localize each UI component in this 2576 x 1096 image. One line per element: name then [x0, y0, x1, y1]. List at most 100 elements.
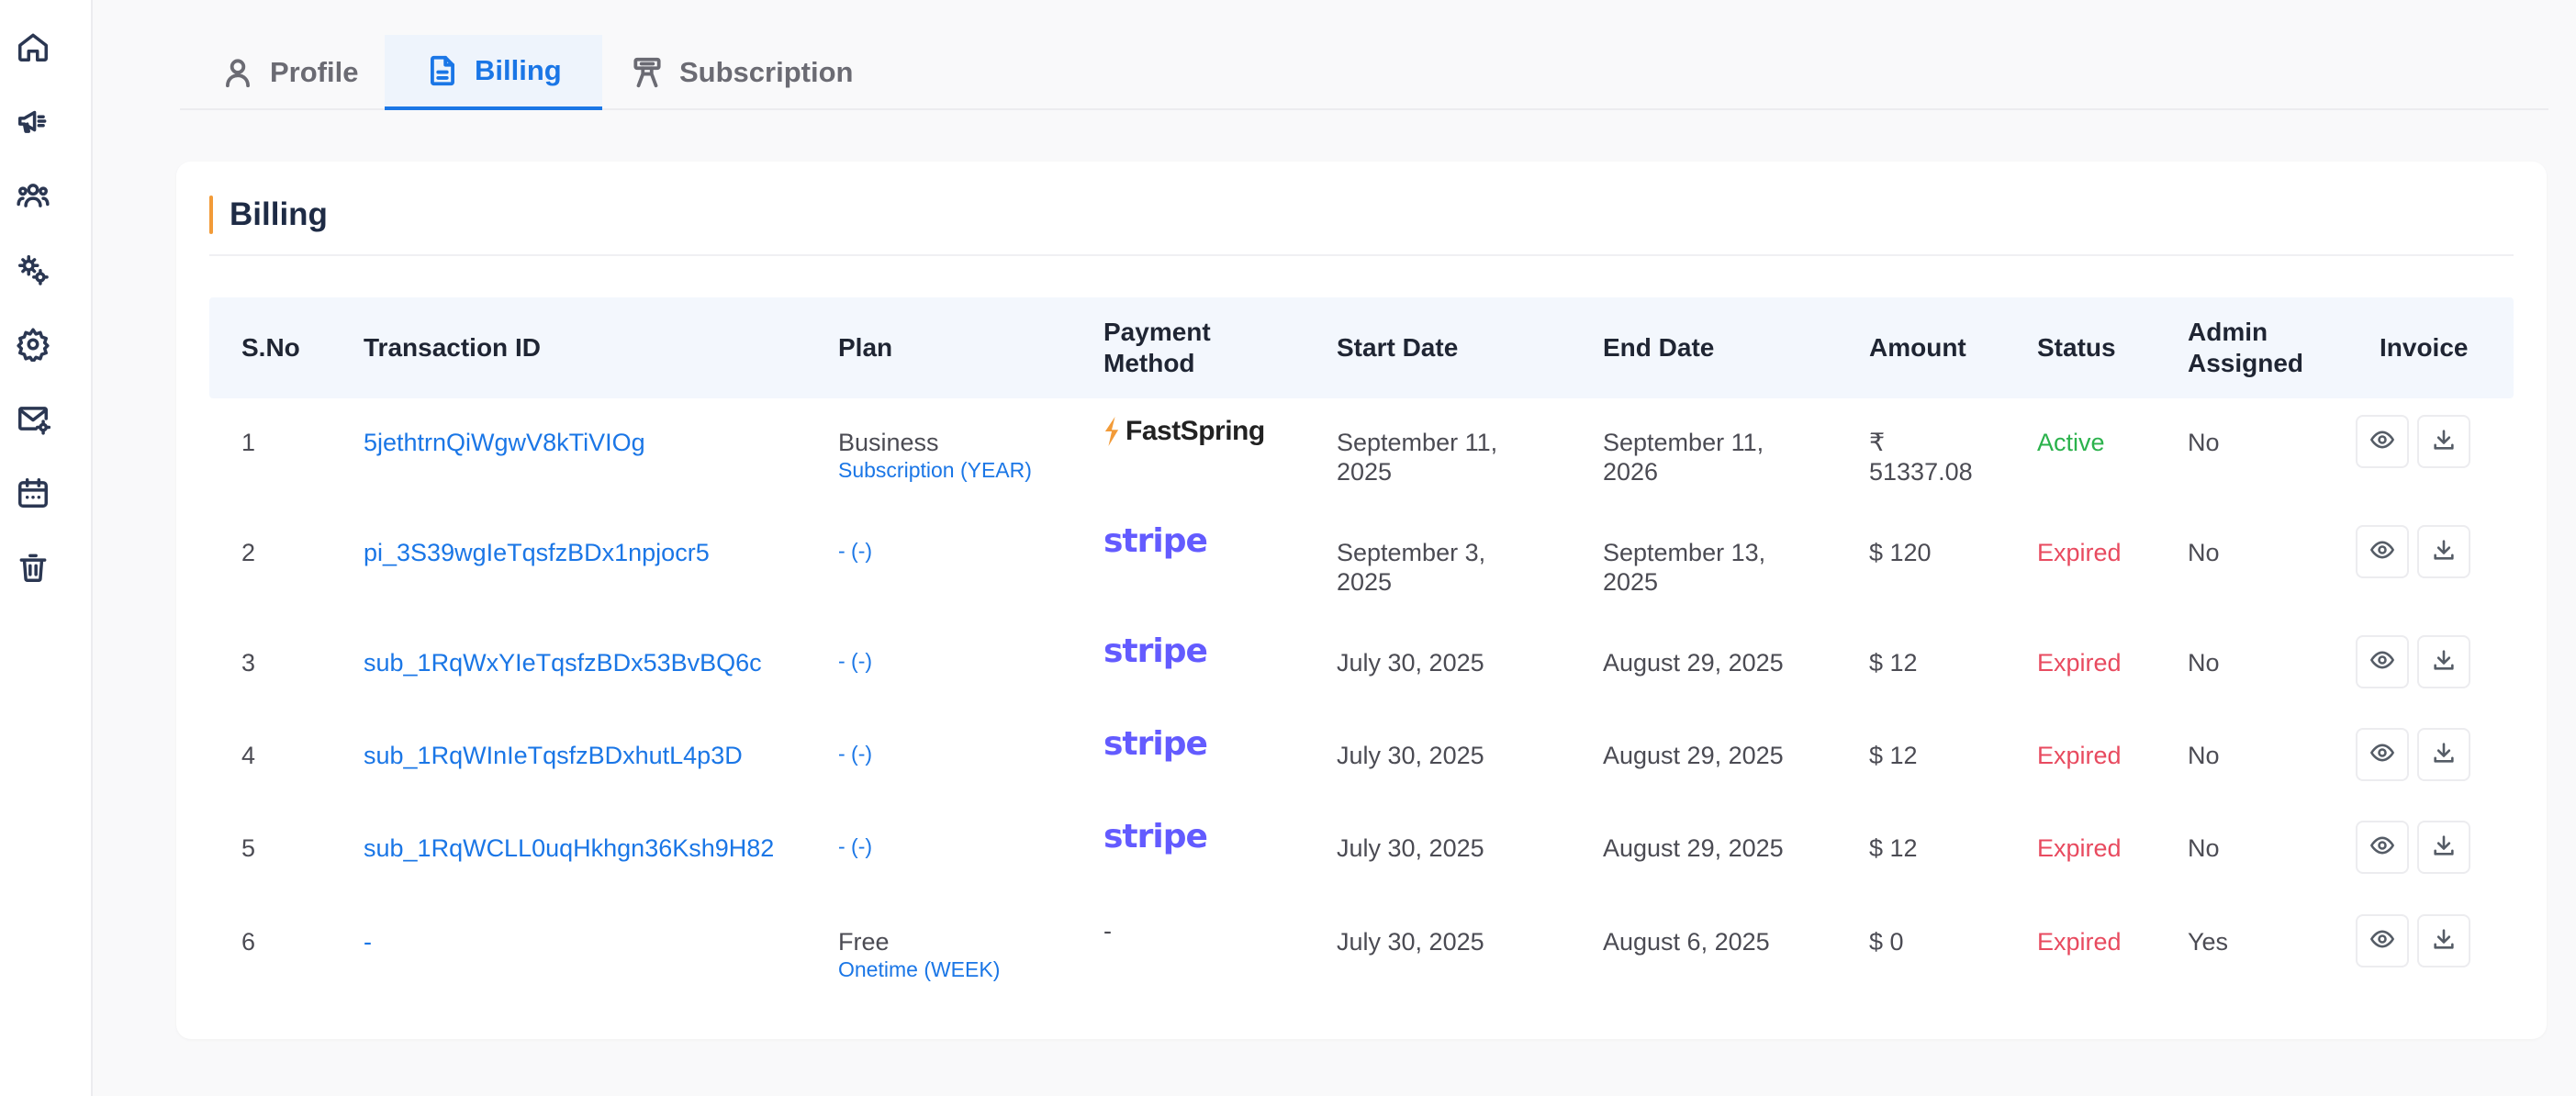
download-invoice-button[interactable]: [2417, 415, 2470, 468]
end-date-line1: September 13,: [1603, 539, 1766, 566]
cell-amount: ₹51337.08: [1869, 428, 1973, 486]
payment-method-text: -: [1103, 917, 1112, 945]
cell-sno: 3: [241, 649, 256, 677]
subscription-icon: [633, 57, 661, 88]
header-sno: S.No: [241, 333, 300, 362]
plan-name: Free: [838, 928, 890, 956]
cell-end-date: September 11, 2026: [1603, 428, 1764, 486]
user-icon: [226, 59, 250, 88]
transaction-id-link[interactable]: pi_3S39wgIeTqsfzBDx1npjocr5: [364, 538, 710, 567]
status-badge: Expired: [2037, 834, 2122, 862]
megaphone-icon[interactable]: [13, 101, 53, 141]
cell-admin-assigned: No: [2188, 742, 2220, 769]
header-end-date: End Date: [1603, 333, 1715, 362]
tab-subscription[interactable]: Subscription: [589, 35, 893, 110]
amount-line1: $ 12: [1869, 834, 1918, 862]
cell-payment-method: stripe: [1103, 525, 1208, 558]
end-date-line1: September 11,: [1603, 429, 1764, 456]
download-icon: [2431, 647, 2457, 677]
view-invoice-button[interactable]: [2356, 821, 2409, 874]
view-invoice-button[interactable]: [2356, 525, 2409, 578]
cell-sno: 5: [241, 834, 256, 862]
cell-sno: 2: [241, 539, 256, 566]
status-badge: Expired: [2037, 742, 2122, 769]
download-invoice-button[interactable]: [2417, 635, 2470, 688]
cell-start-date: July 30, 2025: [1337, 648, 1484, 677]
download-invoice-button[interactable]: [2417, 914, 2470, 967]
download-icon: [2431, 926, 2457, 956]
cell-sno: 1: [241, 429, 256, 456]
mail-settings-icon[interactable]: [13, 398, 53, 439]
plan-detail: Onetime (WEEK): [838, 957, 1001, 981]
cell-payment-method: FastSpring: [1103, 417, 1265, 446]
cell-end-date: September 13, 2025: [1603, 538, 1765, 597]
plan-detail: - (-): [838, 834, 873, 858]
gears-icon[interactable]: [13, 250, 53, 290]
amount-line1: $ 120: [1869, 539, 1932, 566]
home-icon[interactable]: [13, 27, 53, 67]
cell-start-date: July 30, 2025: [1337, 833, 1484, 863]
fastspring-bolt-icon: [1104, 417, 1119, 446]
tab-label: Subscription: [679, 56, 854, 88]
tab-profile[interactable]: Profile: [180, 35, 398, 110]
table-header: S.No Transaction ID Plan Payment Method …: [209, 297, 2514, 398]
cell-admin-assigned: No: [2188, 834, 2220, 862]
cell-plan: - (-): [838, 833, 872, 859]
sidebar: [0, 0, 93, 1096]
end-date-line1: August 29, 2025: [1603, 742, 1784, 769]
end-date-line2: 2026: [1603, 458, 1659, 486]
cell-admin-assigned: No: [2188, 539, 2220, 566]
download-invoice-button[interactable]: [2417, 821, 2470, 874]
cell-amount: $ 12: [1869, 648, 1918, 677]
start-date-line1: September 11,: [1337, 429, 1498, 456]
cell-plan: Free Onetime (WEEK): [838, 927, 1000, 982]
cell-sno: 4: [241, 742, 256, 769]
transaction-id-link[interactable]: 5jethtrnQiWgwV8kTiVIOg: [364, 428, 645, 457]
cell-sno: 6: [241, 928, 256, 956]
cell-start-date: September 3, 2025: [1337, 538, 1485, 597]
tab-bar: Profile Billing Subscription: [180, 35, 2548, 110]
amount-line1: $ 0: [1869, 928, 1904, 956]
users-icon[interactable]: [13, 175, 53, 216]
header-payment-method: Payment Method: [1103, 297, 1211, 398]
trash-icon[interactable]: [13, 547, 53, 587]
amount-line2: 51337.08: [1869, 458, 1973, 486]
transaction-id-link[interactable]: sub_1RqWCLL0uqHkhgn36Ksh9H82: [364, 833, 774, 863]
transaction-id-link[interactable]: -: [364, 927, 372, 956]
header-admin-line2: Assigned: [2188, 349, 2304, 377]
cell-plan: - (-): [838, 741, 872, 766]
view-invoice-button[interactable]: [2356, 914, 2409, 967]
transaction-id-link[interactable]: sub_1RqWxYIeTqsfzBDx53BvBQ6c: [364, 648, 762, 677]
download-invoice-button[interactable]: [2417, 728, 2470, 781]
view-invoice-button[interactable]: [2356, 728, 2409, 781]
cell-end-date: August 29, 2025: [1603, 833, 1784, 863]
start-date-line2: 2025: [1337, 568, 1393, 596]
card-title-text: Billing: [230, 196, 328, 232]
plan-detail: Subscription (YEAR): [838, 458, 1032, 482]
view-invoice-button[interactable]: [2356, 635, 2409, 688]
end-date-line1: August 29, 2025: [1603, 649, 1784, 677]
transaction-id-link[interactable]: sub_1RqWInIeTqsfzBDxhutL4p3D: [364, 741, 743, 770]
tab-billing[interactable]: Billing: [385, 35, 602, 110]
cell-admin-assigned: Yes: [2188, 928, 2229, 956]
cell-end-date: August 29, 2025: [1603, 648, 1784, 677]
calendar-icon[interactable]: [13, 473, 53, 513]
divider: [209, 254, 2514, 256]
status-badge: Expired: [2037, 928, 2122, 956]
stripe-logo: stripe: [1103, 818, 1208, 856]
plan-detail: - (-): [838, 539, 873, 563]
header-plan: Plan: [838, 333, 893, 362]
eye-icon: [2369, 537, 2395, 567]
cell-payment-method: stripe: [1103, 728, 1208, 761]
download-invoice-button[interactable]: [2417, 525, 2470, 578]
header-admin-line1: Admin: [2188, 318, 2268, 346]
header-invoice: Invoice: [2380, 333, 2469, 362]
header-status: Status: [2037, 333, 2116, 362]
amount-line1: $ 12: [1869, 742, 1918, 769]
cell-end-date: August 29, 2025: [1603, 741, 1784, 770]
billing-card: Billing S.No Transaction ID Plan Payment…: [176, 162, 2547, 1039]
card-title: Billing: [209, 195, 328, 235]
settings-icon[interactable]: [13, 324, 53, 364]
stripe-logo: stripe: [1103, 725, 1208, 763]
view-invoice-button[interactable]: [2356, 415, 2409, 468]
